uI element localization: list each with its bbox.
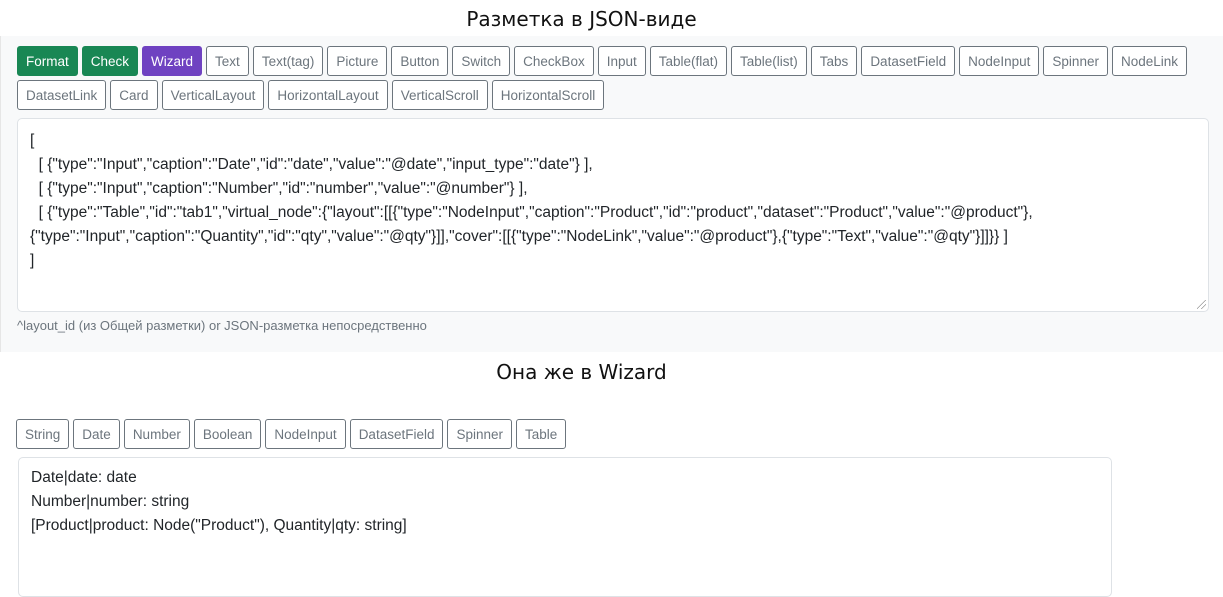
switch-button[interactable]: Switch: [452, 46, 511, 76]
json-code-line: [ {"type":"Table","id":"tab1","virtual_n…: [30, 204, 1033, 221]
json-code-line: {"type":"Input","caption":"Quantity","id…: [30, 228, 1008, 245]
component-toolbar: Format Check Wizard Text Text(tag) Picture But…: [17, 46, 1217, 110]
wizard-code-line: [Product|product: Node("Product"), Quant…: [31, 517, 407, 534]
wizard-datasetfield-button[interactable]: DatasetField: [349, 419, 444, 449]
datasetfield-button[interactable]: DatasetField: [861, 46, 956, 76]
json-section-title: Разметка в JSON-виде: [466, 7, 697, 31]
wizard-code-line: Number|number: string: [31, 493, 190, 510]
datasetlink-button[interactable]: DatasetLink: [17, 80, 107, 110]
button-button[interactable]: Button: [391, 46, 449, 76]
json-layout-textarea[interactable]: [ [ {"type":"Input","caption":"Date","id…: [17, 118, 1209, 312]
wizard-string-button[interactable]: String: [16, 419, 70, 449]
wizard-section-title: Она же в Wizard: [496, 360, 667, 384]
spinner-button[interactable]: Spinner: [1043, 46, 1108, 76]
json-code-line: [ {"type":"Input","caption":"Date","id":…: [30, 156, 593, 173]
json-code-line: [ {"type":"Input","caption":"Number","id…: [30, 180, 528, 197]
wizard-nodeinput-button[interactable]: NodeInput: [265, 419, 346, 449]
verticalscroll-button[interactable]: VerticalScroll: [391, 80, 488, 110]
json-code-line: [: [30, 132, 35, 149]
wizard-number-button[interactable]: Number: [123, 419, 190, 449]
wizard-boolean-button[interactable]: Boolean: [193, 419, 262, 449]
wizard-button[interactable]: Wizard: [142, 46, 203, 76]
json-code: [ [ {"type":"Input","caption":"Date","id…: [30, 129, 1196, 273]
tabs-button[interactable]: Tabs: [810, 46, 858, 76]
input-button[interactable]: Input: [597, 46, 646, 76]
format-button[interactable]: Format: [17, 46, 78, 76]
horizontallayout-button[interactable]: HorizontalLayout: [268, 80, 388, 110]
wizard-code-line: Date|date: date: [31, 469, 137, 486]
check-button[interactable]: Check: [81, 46, 139, 76]
wizard-table-button[interactable]: Table: [516, 419, 567, 449]
resize-handle-icon[interactable]: [1197, 300, 1206, 309]
json-code-line: ]: [30, 252, 35, 269]
nodeinput-button[interactable]: NodeInput: [959, 46, 1040, 76]
card-button[interactable]: Card: [110, 80, 158, 110]
table-list-button[interactable]: Table(list): [731, 46, 807, 76]
picture-button[interactable]: Picture: [327, 46, 388, 76]
wizard-spinner-button[interactable]: Spinner: [447, 419, 513, 449]
wizard-date-button[interactable]: Date: [73, 419, 120, 449]
text-tag-button[interactable]: Text(tag): [252, 46, 324, 76]
layout-hint-text: ^layout_id (из Общей разметки) or JSON-р…: [17, 318, 427, 333]
wizard-textarea[interactable]: Date|date: date Number|number: string [Pro…: [18, 457, 1112, 597]
json-panel: Format Check Wizard Text Text(tag) Picture But…: [0, 36, 1223, 352]
checkbox-button[interactable]: CheckBox: [514, 46, 594, 76]
verticallayout-button[interactable]: VerticalLayout: [161, 80, 265, 110]
table-flat-button[interactable]: Table(flat): [649, 46, 728, 76]
text-button[interactable]: Text: [206, 46, 249, 76]
nodelink-button[interactable]: NodeLink: [1111, 46, 1188, 76]
horizontalscroll-button[interactable]: HorizontalScroll: [491, 80, 605, 110]
wizard-code: Date|date: date Number|number: string [Pro…: [31, 466, 1099, 538]
wizard-type-toolbar: String Date Number Boolean NodeInput DatasetF…: [16, 419, 567, 449]
